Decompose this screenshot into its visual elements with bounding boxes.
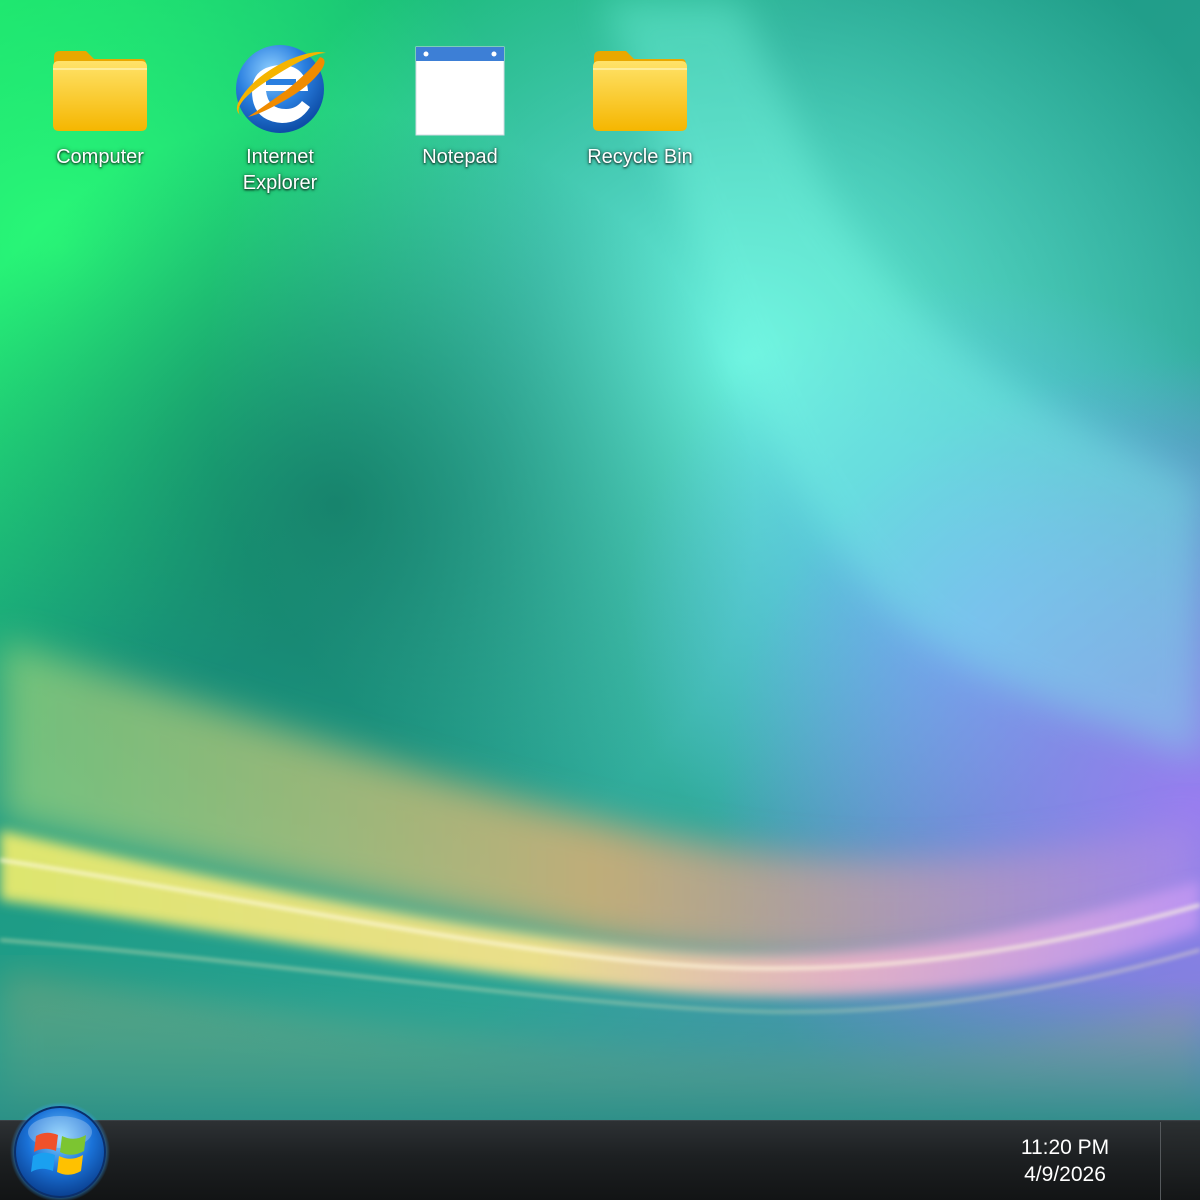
taskbar-clock[interactable]: 11:20 PM 4/9/2026 [1000, 1134, 1130, 1188]
desktop-icon-computer[interactable]: Computer [25, 36, 175, 170]
desktop-icon-recycle-bin[interactable]: Recycle Bin [565, 36, 715, 170]
folder-icon [50, 36, 150, 142]
desktop[interactable]: Computer Internet Explorer Notepad Recyc… [0, 0, 1200, 1200]
clock-date: 4/9/2026 [1024, 1163, 1106, 1186]
desktop-icon-label: Computer [56, 146, 144, 168]
desktop-icon-label: Notepad [422, 146, 498, 168]
internet-explorer-icon [230, 36, 330, 142]
show-desktop-button[interactable] [1160, 1122, 1200, 1200]
folder-icon [590, 36, 690, 142]
desktop-icon-label: Recycle Bin [587, 146, 693, 168]
windows-logo-icon [10, 1102, 110, 1200]
desktop-icon-label: Internet Explorer [242, 146, 318, 194]
clock-time: 11:20 PM [1020, 1136, 1110, 1159]
desktop-icon-internet-explorer[interactable]: Internet Explorer [205, 36, 355, 196]
desktop-icon-notepad[interactable]: Notepad [385, 36, 535, 170]
start-button[interactable] [10, 1102, 110, 1200]
notepad-icon [410, 36, 510, 142]
